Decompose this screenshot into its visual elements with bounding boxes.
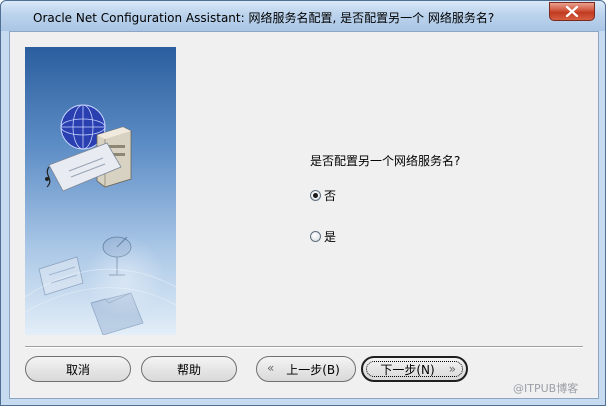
button-separator	[25, 346, 583, 348]
chevron-left-icon: «	[267, 361, 275, 375]
back-button[interactable]: « 上一步(B)	[256, 356, 356, 382]
cancel-button[interactable]: 取消	[25, 356, 131, 382]
wizard-illustration	[25, 47, 176, 335]
radio-button-no[interactable]	[310, 190, 321, 201]
close-button[interactable]	[549, 2, 595, 21]
title-bar[interactable]: Oracle Net Configuration Assistant: 网络服务…	[1, 1, 605, 31]
radio-button-yes[interactable]	[310, 231, 321, 242]
help-button[interactable]: 帮助	[141, 356, 237, 382]
dialog-body: 是否配置另一个网络服务名? 否 是 取消 帮助 « 上一步(B) 下一步(N) …	[9, 31, 599, 399]
radio-option-no[interactable]: 否	[310, 187, 336, 204]
network-illustration-image	[25, 47, 176, 335]
next-button[interactable]: 下一步(N) »	[361, 356, 468, 382]
question-label: 是否配置另一个网络服务名?	[310, 154, 461, 168]
close-icon	[565, 6, 579, 17]
help-button-label: 帮助	[176, 362, 201, 377]
dialog-window: Oracle Net Configuration Assistant: 网络服务…	[0, 0, 606, 406]
radio-label-yes: 是	[324, 230, 337, 244]
chevron-right-icon: »	[448, 362, 456, 376]
radio-option-yes[interactable]: 是	[310, 228, 336, 245]
radio-label-no: 否	[324, 189, 337, 203]
next-button-label: 下一步(N)	[380, 362, 435, 377]
watermark: @ITPUB博客	[513, 382, 579, 395]
back-button-label: 上一步(B)	[286, 362, 340, 377]
cancel-button-label: 取消	[65, 362, 90, 377]
window-title: Oracle Net Configuration Assistant: 网络服务…	[33, 11, 495, 25]
